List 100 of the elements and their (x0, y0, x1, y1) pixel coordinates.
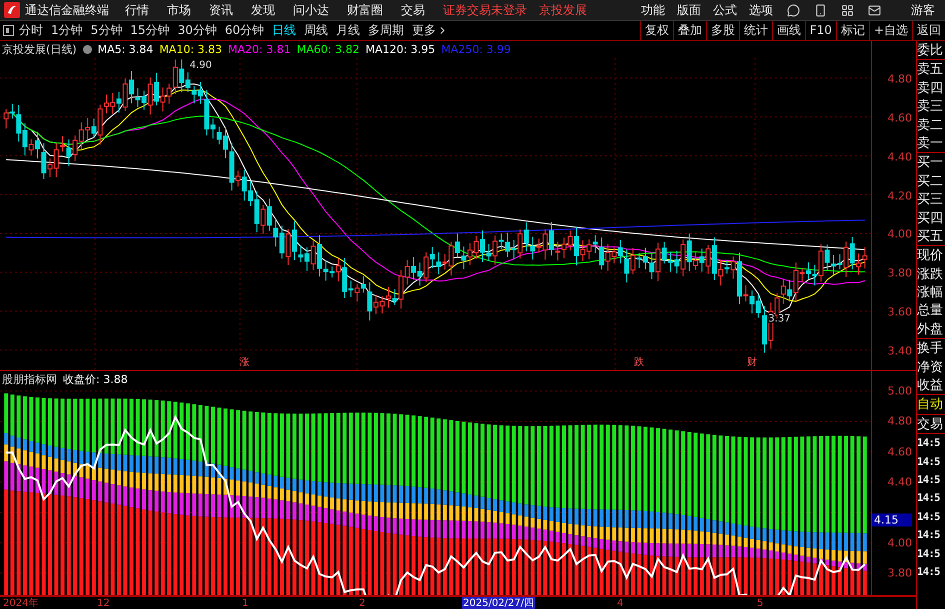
menu-item[interactable]: 选项 (749, 2, 773, 18)
grid-icon[interactable] (841, 4, 854, 16)
quote-label: 外盘 (917, 320, 945, 340)
ma-legend: MA10: 3.83 (159, 43, 222, 56)
event-mark[interactable]: 跌 (634, 355, 644, 369)
period-tab[interactable]: 更多 (412, 22, 436, 39)
toolbar-button[interactable]: 统计 (738, 21, 772, 40)
quote-label: 委比 (917, 41, 945, 60)
mail-icon[interactable] (868, 4, 881, 16)
quote-label: 买三 (917, 190, 944, 208)
toolbar-button[interactable]: 标记 (836, 21, 869, 40)
indicator-name: 股朋指标网 (2, 372, 57, 387)
period-tab[interactable]: 15分钟 (130, 22, 170, 39)
quote-label: 现价 (917, 246, 944, 264)
indicator-tick: 4.15 (872, 513, 912, 526)
quote-label: 涨幅 (917, 283, 944, 302)
event-mark[interactable]: 财 (747, 355, 758, 369)
trade-time: 14:5 (917, 546, 941, 562)
quote-label: 交易 (917, 414, 945, 434)
toolbar-button[interactable]: 复权 (640, 21, 673, 40)
menu-item[interactable]: 财富圈 (347, 2, 383, 18)
menu-item[interactable]: 发现 (251, 2, 275, 18)
quote-label: 买四 (917, 208, 944, 227)
date-label: 2024年 (2, 597, 40, 609)
quote-label: 卖四 (917, 78, 944, 97)
toolbar-button[interactable]: 画线 (772, 21, 805, 40)
period-tab[interactable]: 月线 (336, 22, 360, 39)
app-title: 通达信金融终端 (25, 2, 110, 18)
quote-label: 净资 (917, 358, 944, 376)
phone-icon[interactable] (814, 4, 827, 16)
period-tab[interactable]: 周线 (304, 22, 328, 39)
trade-time: 14:5 (917, 472, 941, 488)
menu-item[interactable]: 行情 (125, 2, 149, 18)
indicator-tick: 4.40 (888, 476, 912, 489)
event-mark[interactable]: 涨 (239, 355, 250, 369)
toolbar-button[interactable]: 多股 (706, 21, 739, 40)
period-tab[interactable]: 1分钟 (51, 22, 83, 39)
quote-label: 自动 (917, 395, 945, 415)
quote-label: 卖三 (917, 97, 944, 116)
chat-icon[interactable] (787, 4, 800, 16)
date-label: 5 (756, 597, 764, 609)
date-label: 2 (358, 597, 366, 609)
indicator-tick: 5.00 (888, 384, 912, 398)
price-tick: 4.40 (888, 150, 912, 164)
price-tick: 3.40 (888, 344, 912, 358)
quote-label: 总量 (917, 301, 944, 320)
indicator-tick: 3.80 (888, 566, 912, 580)
indicator-tick: 4.60 (888, 445, 912, 458)
price-tick: 4.60 (888, 111, 912, 124)
quote-label: 买二 (917, 172, 944, 190)
price-tick: 3.60 (888, 306, 912, 319)
trade-time: 14:5 (917, 510, 941, 525)
menu-item[interactable]: 公式 (713, 2, 737, 18)
notice-text[interactable]: 京投发展 (539, 2, 587, 18)
period-tab[interactable]: 5分钟 (90, 22, 122, 39)
trade-time: 14:5 (917, 491, 941, 506)
app-logo-icon (4, 2, 20, 18)
period-tab[interactable]: 60分钟 (224, 22, 264, 39)
ma-legend: MA20: 3.81 (228, 43, 291, 56)
toolbar-button[interactable]: 返回 (912, 21, 945, 40)
menu-item[interactable]: 市场 (167, 2, 191, 18)
indicator-value: 收盘价: 3.88 (63, 372, 128, 387)
quote-label: 买五 (917, 226, 945, 246)
trade-time: 14:5 (917, 454, 941, 470)
date-label: 1 (241, 597, 250, 609)
notice-text[interactable]: 证券交易未登录 (443, 2, 527, 18)
quote-label: 卖二 (917, 116, 944, 134)
quote-label: 换手 (917, 339, 944, 358)
period-tab[interactable]: 多周期 (368, 22, 404, 39)
menu-item[interactable]: 版面 (677, 2, 701, 18)
trade-time: 14:5 (917, 528, 941, 544)
menu-item[interactable]: 交易 (401, 2, 425, 18)
toolbar-button[interactable]: F10 (804, 21, 836, 40)
user-label[interactable]: 游客 (911, 2, 935, 18)
date-label: 4 (616, 597, 624, 609)
quote-label: 收益 (917, 376, 945, 396)
ma-legend: MA5: 3.84 (98, 43, 154, 56)
menu-item[interactable]: 问小达 (293, 2, 329, 18)
indicator-tick: 4.00 (888, 536, 912, 550)
period-tab[interactable]: 分时 (19, 22, 43, 39)
panel-toggle-icon[interactable] (3, 25, 14, 36)
date-label: 12 (96, 597, 111, 609)
quote-label: 卖一 (917, 134, 945, 154)
ma-legend: MA250: 3.99 (441, 43, 511, 56)
trade-time: 14:5 (917, 436, 941, 452)
trade-time: 14:5 (917, 564, 941, 580)
menu-item[interactable]: 功能 (641, 2, 665, 18)
ma-legend: MA120: 3.95 (365, 43, 436, 56)
quote-label: 卖五 (917, 60, 944, 78)
period-tab[interactable]: 30分钟 (178, 22, 217, 39)
toolbar-button[interactable]: +自选 (868, 21, 912, 40)
price-tick: 3.80 (888, 266, 912, 280)
toolbar-button[interactable]: 叠加 (672, 21, 706, 40)
ma-legend: MA60: 3.82 (296, 43, 360, 56)
quote-label: 买一 (917, 153, 944, 172)
period-tab[interactable]: 日线 (272, 22, 296, 39)
indicator-tick: 4.80 (888, 414, 912, 428)
settings-dot-icon[interactable] (82, 45, 92, 54)
chart-title: 京投发展(日线) (2, 42, 77, 57)
menu-item[interactable]: 资讯 (209, 2, 233, 18)
